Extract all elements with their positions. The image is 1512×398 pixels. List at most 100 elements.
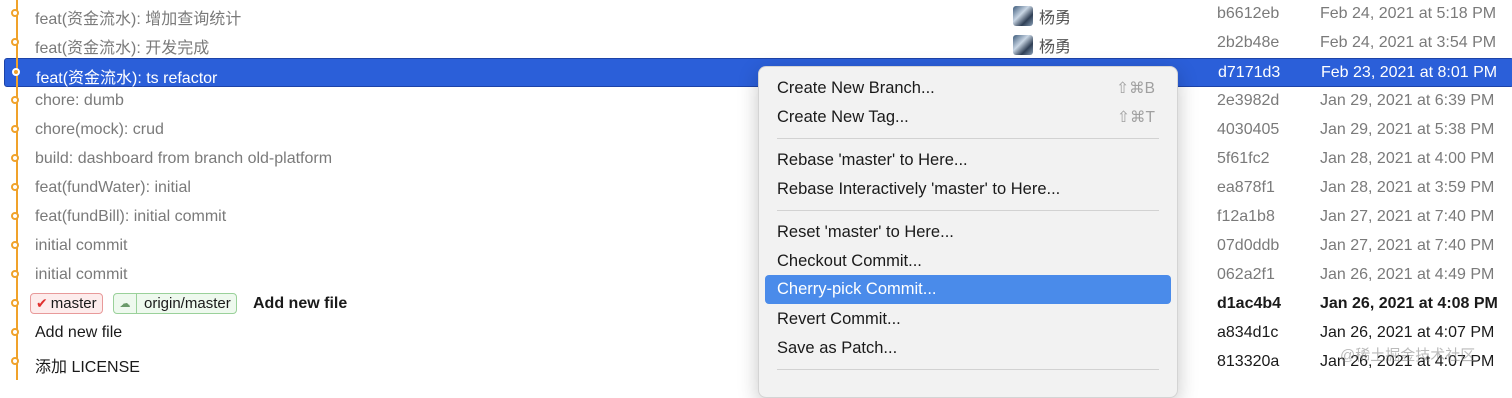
commit-row[interactable]: feat(资金流水): 增加查询统计 杨勇 b6612eb Feb 24, 20… [0,0,1512,29]
commit-row[interactable]: initial commit 062a2f1 Jan 26, 2021 at 4… [0,261,1512,290]
commit-subject: feat(fundBill): initial commit [35,208,227,225]
commit-subject: initial commit [35,266,128,283]
commit-date: Jan 26, 2021 at 4:49 PM [1320,266,1495,283]
menu-separator [777,369,1159,370]
menu-item-revert[interactable]: Revert Commit... [765,306,1171,333]
commit-hash: d1ac4b4 [1217,295,1282,312]
commit-row[interactable]: initial commit 07d0ddb Jan 27, 2021 at 7… [0,232,1512,261]
commit-hash: 062a2f1 [1217,266,1275,283]
commit-author: 杨勇 [1013,33,1071,57]
commit-hash: 07d0ddb [1217,237,1280,254]
commit-date: Feb 24, 2021 at 3:54 PM [1320,34,1497,51]
author-name: 杨勇 [1039,39,1072,56]
menu-item-label: Rebase 'master' to Here... [777,151,968,169]
commit-hash: f12a1b8 [1217,208,1275,225]
menu-item-label: Save as Patch... [777,339,898,357]
commit-date: Jan 29, 2021 at 5:38 PM [1320,121,1495,138]
menu-item-label: Reset 'master' to Here... [777,223,954,241]
commit-row[interactable]: chore: dumb 2e3982d Jan 29, 2021 at 6:39… [0,87,1512,116]
commit-node-icon [11,154,19,162]
menu-item-create-tag[interactable]: Create New Tag... ⇧⌘T [765,104,1171,131]
commit-node-icon [11,125,19,133]
commit-node-icon [11,212,19,220]
commit-subject: feat(资金流水): ts refactor [36,70,218,87]
commit-subject: feat(资金流水): 增加查询统计 [35,11,242,28]
menu-shortcut: ⇧⌘T [1117,109,1155,126]
menu-item-checkout[interactable]: Checkout Commit... [765,248,1171,275]
commit-row-head[interactable]: ✔ master ☁ origin/master Add new file d1… [0,290,1512,319]
remote-branch-label: origin/master [144,295,231,312]
menu-item-rebase[interactable]: Rebase 'master' to Here... [765,147,1171,174]
commit-date: Jan 26, 2021 at 4:08 PM [1320,295,1498,312]
avatar [1013,35,1033,55]
commit-node-icon [11,357,19,365]
commit-hash: d7171d3 [1218,64,1281,81]
commit-hash: a834d1c [1217,324,1279,341]
commit-hash: ea878f1 [1217,179,1275,196]
commit-row[interactable]: feat(fundBill): initial commit f12a1b8 J… [0,203,1512,232]
commit-hash: 2b2b48e [1217,34,1280,51]
context-menu: Create New Branch... ⇧⌘B Create New Tag.… [758,66,1178,398]
commit-subject: feat(资金流水): 开发完成 [35,40,210,57]
menu-item-create-branch[interactable]: Create New Branch... ⇧⌘B [765,75,1171,102]
commit-node-icon [11,299,19,307]
commit-date: Jan 26, 2021 at 4:07 PM [1320,324,1495,341]
commit-hash: b6612eb [1217,5,1280,22]
commit-subject: Add new file [253,295,348,312]
remote-branch-tag[interactable]: ☁ origin/master [113,293,237,314]
watermark: @稀土掘金技术社区 [1340,347,1476,364]
commit-node-icon [11,96,19,104]
author-name: 杨勇 [1039,10,1072,27]
menu-item-label: Create New Branch... [777,79,935,97]
checkmark-icon: ✔ [36,295,48,311]
commit-date: Feb 24, 2021 at 5:18 PM [1320,5,1497,22]
commit-node-icon [12,68,20,76]
cloud-icon: ☁ [114,294,137,313]
commit-subject: feat(fundWater): initial [35,179,191,196]
commit-date: Jan 28, 2021 at 3:59 PM [1320,179,1495,196]
menu-item-rebase-interactive[interactable]: Rebase Interactively 'master' to Here... [765,176,1171,203]
commit-node-icon [11,9,19,17]
commit-date: Jan 27, 2021 at 7:40 PM [1320,208,1495,225]
menu-item-label: Revert Commit... [777,310,901,328]
commit-subject: Add new file [35,324,123,341]
commit-subject: 添加 LICENSE [35,359,140,376]
commit-node-icon [11,183,19,191]
commit-row[interactable]: build: dashboard from branch old-platfor… [0,145,1512,174]
commit-subject: initial commit [35,237,128,254]
commit-date: Jan 27, 2021 at 7:40 PM [1320,237,1495,254]
menu-separator [777,138,1159,139]
menu-separator [777,210,1159,211]
menu-item-label: Checkout Commit... [777,252,922,270]
commit-subject: build: dashboard from branch old-platfor… [35,150,333,167]
menu-item-cherry-pick[interactable]: Cherry-pick Commit... [765,275,1171,304]
menu-item-label: Rebase Interactively 'master' to Here... [777,180,1061,198]
commit-date: Feb 23, 2021 at 8:01 PM [1321,64,1498,81]
commit-node-icon [11,38,19,46]
local-branch-label: master [50,295,97,312]
local-branch-tag[interactable]: ✔ master [30,293,103,314]
menu-shortcut: ⇧⌘B [1116,80,1155,97]
menu-item-label: Cherry-pick Commit... [777,280,937,298]
commit-node-icon [11,270,19,278]
commit-date: Jan 28, 2021 at 4:00 PM [1320,150,1495,167]
commit-row[interactable]: 添加 LICENSE 813320a Jan 26, 2021 at 4:07 … [0,348,1512,377]
commit-row[interactable]: Add new file a834d1c Jan 26, 2021 at 4:0… [0,319,1512,348]
commit-node-icon [11,328,19,336]
commit-node-icon [11,241,19,249]
commit-author: 杨勇 [1013,4,1071,28]
menu-item-label: Create New Tag... [777,108,909,126]
commit-subject: chore(mock): crud [35,121,164,138]
menu-item-reset[interactable]: Reset 'master' to Here... [765,219,1171,246]
commit-subject: chore: dumb [35,92,124,109]
avatar [1013,6,1033,26]
menu-item-save-patch[interactable]: Save as Patch... [765,335,1171,362]
commit-hash: 813320a [1217,353,1280,370]
commit-row[interactable]: chore(mock): crud 4030405 Jan 29, 2021 a… [0,116,1512,145]
commit-row[interactable]: feat(fundWater): initial ea878f1 Jan 28,… [0,174,1512,203]
commit-hash: 4030405 [1217,121,1280,138]
commit-hash: 5f61fc2 [1217,150,1270,167]
commit-date: Jan 29, 2021 at 6:39 PM [1320,92,1495,109]
commit-row[interactable]: feat(资金流水): 开发完成 杨勇 2b2b48e Feb 24, 2021… [0,29,1512,58]
commit-hash: 2e3982d [1217,92,1280,109]
